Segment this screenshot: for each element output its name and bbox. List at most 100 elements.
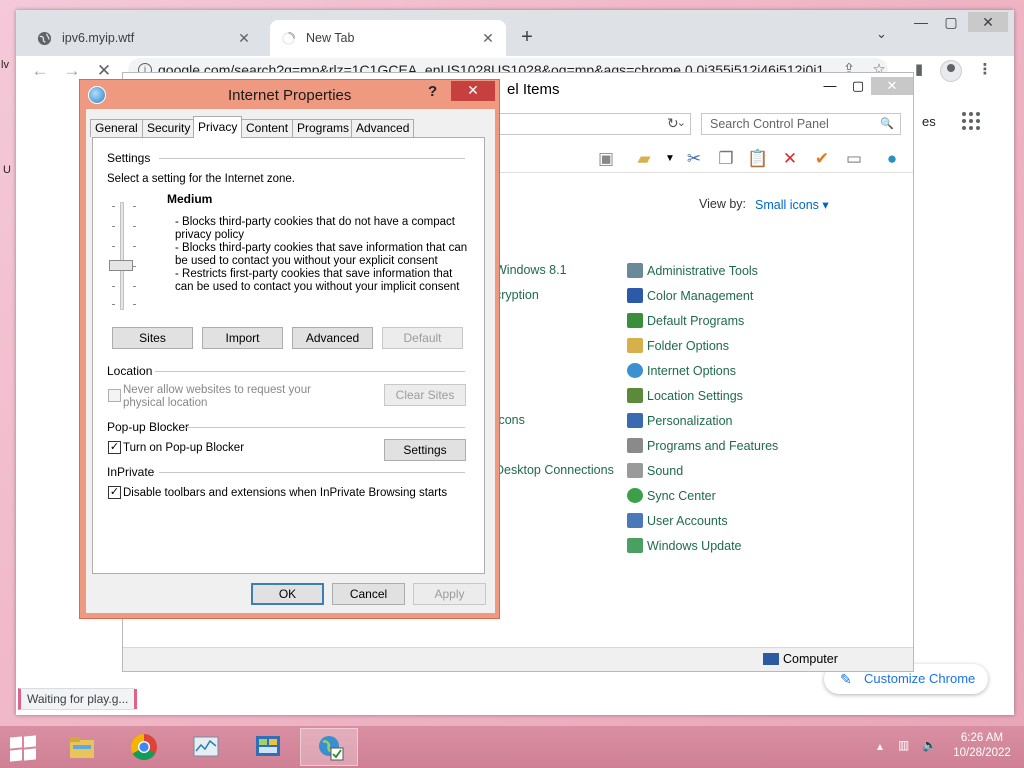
popup-blocker-group-label: Pop-up Blocker [107, 420, 190, 434]
tab-privacy[interactable]: Privacy [193, 116, 243, 138]
group-divider [159, 158, 465, 159]
popup-blocker-checkbox[interactable]: ✓ [108, 441, 121, 454]
slider-tick [112, 304, 115, 305]
tab-title: New Tab [306, 31, 355, 45]
cp-item-left[interactable]: cryption [495, 288, 539, 306]
inprivate-checkbox-label: Disable toolbars and extensions when InP… [123, 487, 448, 499]
chrome-menu-icon[interactable]: ⋮ [974, 60, 996, 78]
privacy-slider-thumb[interactable] [109, 260, 133, 271]
tab-new-tab[interactable]: New Tab ✕ [270, 20, 506, 56]
popup-settings-button[interactable]: Settings [384, 439, 466, 461]
cp-item-user-accounts[interactable]: User Accounts [627, 513, 728, 531]
help-button[interactable]: ? [428, 83, 437, 100]
cp-item-folder-options[interactable]: Folder Options [627, 338, 729, 356]
dialog-body: General Security Privacy Content Program… [86, 109, 495, 613]
view-by-dropdown[interactable]: Small icons ▾ [755, 197, 829, 212]
slider-tick [112, 226, 115, 227]
cp-address-bar[interactable]: ⌄ [483, 113, 691, 135]
tab-ipv6[interactable]: ipv6.myip.wtf ✕ [26, 20, 262, 56]
advanced-button[interactable]: Advanced [292, 327, 373, 349]
new-tab-button[interactable]: + [516, 26, 538, 48]
globe-icon [36, 30, 52, 46]
chrome-status-bar: Waiting for play.g... [18, 688, 138, 710]
tab-general[interactable]: General [90, 119, 143, 137]
close-tab-icon[interactable]: ✕ [236, 30, 252, 47]
tab-programs[interactable]: Programs [292, 119, 355, 137]
tab-security[interactable]: Security [142, 119, 196, 137]
back-arrow-icon[interactable]: ← [28, 60, 52, 82]
cut-icon[interactable]: ✂ [683, 149, 705, 169]
cp-item-internet-options[interactable]: Internet Options [627, 363, 736, 381]
close-tab-icon[interactable]: ✕ [480, 30, 496, 47]
inprivate-group-label: InPrivate [107, 465, 155, 479]
slider-tick [133, 266, 136, 267]
chevron-down-icon[interactable]: ▼ [659, 149, 681, 169]
cp-item-sync-center[interactable]: Sync Center [627, 488, 716, 506]
import-button[interactable]: Import [202, 327, 283, 349]
checkmark-icon[interactable]: ✔ [811, 149, 833, 169]
google-apps-icon[interactable] [962, 112, 980, 130]
disable-toolbars-inprivate-checkbox[interactable]: ✓ [108, 486, 121, 499]
network-icon[interactable]: ▥ [898, 738, 909, 752]
search-icon[interactable]: 🔍 [880, 117, 894, 130]
cp-item-location-settings[interactable]: Location Settings [627, 388, 743, 406]
delete-icon[interactable]: ✕ [779, 149, 801, 169]
chrome-close-button[interactable]: ✕ [968, 12, 1008, 32]
cp-item-personalization[interactable]: Personalization [627, 413, 732, 431]
taskbar: ▲ ▥ 🔈 6:26 AM 10/28/2022 [0, 726, 1024, 768]
task-manager-taskbar-button[interactable] [176, 728, 234, 766]
volume-icon[interactable]: 🔈 [922, 738, 937, 752]
ok-button[interactable]: OK [251, 583, 324, 605]
cp-item-windows-update[interactable]: Windows Update [627, 538, 742, 556]
tab-search-chevron-icon[interactable]: ⌄ [876, 26, 887, 42]
loading-spinner-icon [280, 30, 296, 46]
cp-maximize-button[interactable]: ▢ [845, 77, 871, 95]
level-description-line: - Blocks third-party cookies that do not… [175, 216, 455, 228]
cp-item-programs-and-features[interactable]: Programs and Features [627, 438, 778, 456]
windows-start-icon[interactable] [8, 735, 38, 762]
refresh-icon[interactable]: ↻ [667, 115, 679, 132]
chrome-minimize-button[interactable]: — [906, 12, 936, 32]
cp-close-button[interactable]: ✕ [871, 77, 913, 95]
paste-icon[interactable]: 📋 [747, 149, 769, 169]
cp-item-sound[interactable]: Sound [627, 463, 683, 481]
cancel-button[interactable]: Cancel [332, 583, 405, 605]
chrome-maximize-button[interactable]: ▢ [936, 12, 966, 32]
cp-item-administrative-tools[interactable]: Administrative Tools [627, 263, 758, 281]
folder-icon[interactable]: ▰ [633, 149, 655, 169]
cp-toolbar: ▣ ▰ ▼ ✂ ❐ 📋 ✕ ✔ ▭ ● [495, 143, 913, 173]
dialog-close-button[interactable]: ✕ [451, 81, 495, 101]
file-explorer-taskbar-button[interactable] [52, 728, 110, 766]
cp-item-left[interactable]: Desktop Connections [495, 463, 614, 481]
level-description-line: can be used to contact you without your … [175, 281, 460, 293]
sync-center-icon [627, 488, 643, 503]
privacy-slider-track[interactable] [120, 202, 124, 310]
search-placeholder: Search Control Panel [710, 117, 829, 131]
cp-item-default-programs[interactable]: Default Programs [627, 313, 744, 331]
chrome-taskbar-button[interactable] [114, 728, 172, 766]
location-checkbox-label: Never allow websites to request your [123, 384, 311, 396]
cp-item-color-management[interactable]: Color Management [627, 288, 753, 306]
settings-group-label: Settings [107, 151, 151, 165]
sites-button[interactable]: Sites [112, 327, 193, 349]
clock[interactable]: 6:26 AM 10/28/2022 [946, 731, 1018, 761]
control-panel-taskbar-button[interactable] [238, 728, 296, 766]
copy-icon[interactable]: ❐ [715, 149, 737, 169]
internet-options-taskbar-button[interactable] [300, 728, 358, 766]
default-button: Default [382, 327, 463, 349]
slider-tick [133, 286, 136, 287]
profile-avatar-icon[interactable] [940, 60, 962, 82]
show-hidden-icons-chevron[interactable]: ▲ [875, 742, 885, 753]
location-group-label: Location [107, 364, 153, 378]
network-globe-icon[interactable]: ● [881, 149, 903, 169]
tab-content[interactable]: Content [241, 119, 294, 137]
layout-icon[interactable]: ▣ [595, 149, 617, 169]
cp-item-label: Sound [647, 464, 684, 478]
search-control-panel-input[interactable]: Search Control Panel 🔍 [701, 113, 901, 135]
cp-minimize-button[interactable]: — [817, 77, 843, 95]
user-accounts-icon [627, 513, 643, 528]
cp-item-left[interactable]: Windows 8.1 [495, 263, 567, 281]
properties-icon[interactable]: ▭ [843, 149, 865, 169]
cp-item-label: Personalization [647, 414, 733, 428]
tab-advanced[interactable]: Advanced [351, 119, 415, 137]
